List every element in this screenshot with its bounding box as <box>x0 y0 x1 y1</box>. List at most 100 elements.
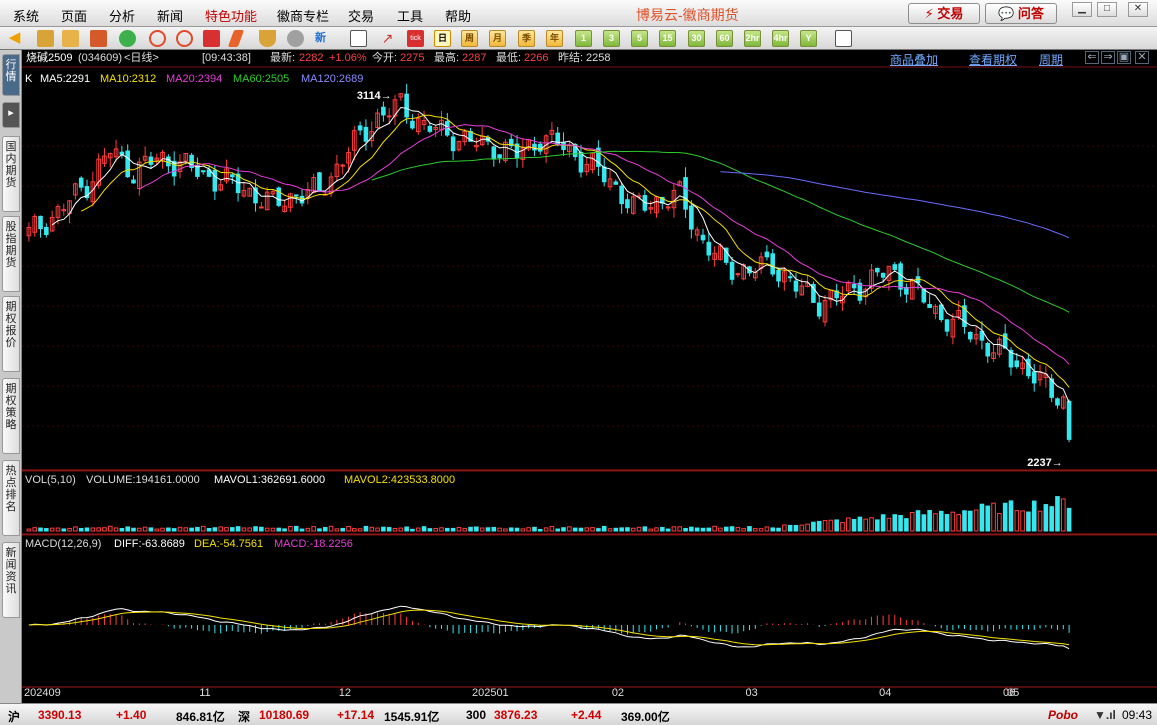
dea-line <box>28 609 1070 646</box>
volume-bar <box>997 513 1002 532</box>
menu-analysis[interactable]: 分析 <box>109 6 135 25</box>
signal-icon: ▼.ıl <box>1094 708 1116 722</box>
volume-bar <box>776 527 781 532</box>
candle <box>968 331 973 340</box>
tick-icon[interactable]: tick <box>407 30 424 47</box>
volume-bar <box>450 527 456 532</box>
volume-bar <box>543 527 549 532</box>
candle <box>317 172 322 191</box>
diff-line <box>28 605 1070 650</box>
minimize-icon[interactable]: ▁ <box>1072 2 1092 17</box>
volume-bar <box>189 527 194 532</box>
menu-huishang-column[interactable]: 徽商专栏 <box>277 6 329 25</box>
volume-bar <box>747 526 752 532</box>
volume-bar <box>177 526 183 532</box>
volume-bar <box>32 527 38 532</box>
volume-bar <box>537 529 543 532</box>
menu-system[interactable]: 系统 <box>13 6 39 25</box>
period-30min[interactable]: 30 <box>688 30 705 47</box>
period-week[interactable]: 周 <box>461 30 478 47</box>
volume-bar <box>503 528 508 532</box>
trade-button[interactable]: ⚡ 交易 <box>908 3 980 24</box>
tab-quotes[interactable]: 行情 <box>2 54 20 96</box>
menu-help[interactable]: 帮助 <box>445 6 471 25</box>
volume-bar <box>44 528 49 532</box>
volume-bar <box>305 527 311 532</box>
volume-bar <box>758 528 764 532</box>
ma120-line <box>720 171 1070 239</box>
x-tick-label: 12 <box>339 687 351 699</box>
hat-icon[interactable] <box>259 30 276 47</box>
sh-label: 沪 <box>8 710 21 724</box>
kline-chart[interactable]: 3114→2237→202409 11 12 202501 02 03 04 0506 <box>22 50 1157 703</box>
period-15min[interactable]: 15 <box>659 30 676 47</box>
settings-icon[interactable] <box>287 30 304 47</box>
ask-button[interactable]: 💬 问答 <box>985 3 1057 24</box>
period-60min[interactable]: 60 <box>716 30 733 47</box>
volume-bar <box>445 527 450 532</box>
layout-icon[interactable] <box>835 30 852 47</box>
menu-tools[interactable]: 工具 <box>397 6 423 25</box>
quote-icon[interactable] <box>90 30 107 47</box>
volume-bar <box>636 526 642 532</box>
menu-news[interactable]: 新闻 <box>157 6 183 25</box>
candle <box>125 150 130 178</box>
menu-features[interactable]: 特色功能 <box>205 6 257 25</box>
trend-chart-icon[interactable]: ↗ <box>379 30 396 47</box>
candle <box>44 227 49 235</box>
period-month[interactable]: 月 <box>489 30 506 47</box>
ma5-line <box>51 106 1070 403</box>
tab-domestic-futures[interactable]: 国内期货 <box>2 136 20 212</box>
volume-bar <box>253 526 258 532</box>
period-day[interactable]: 日 <box>434 30 451 47</box>
candle <box>537 143 543 152</box>
volume-bar <box>799 524 805 532</box>
period-5min[interactable]: 5 <box>631 30 648 47</box>
high-marker: 3114→ <box>357 90 392 102</box>
tab-hot-ranking[interactable]: 热点排名 <box>2 460 20 536</box>
new-icon[interactable]: 新 <box>315 30 332 47</box>
tab-option-quotes[interactable]: 期权报价 <box>2 296 20 372</box>
volume-bar <box>212 527 218 532</box>
tab-index-futures[interactable]: 股指期货 <box>2 216 20 292</box>
volume-bar <box>224 527 229 532</box>
period-quarter[interactable]: 季 <box>518 30 535 47</box>
volume-bar <box>61 528 67 532</box>
home-icon[interactable] <box>37 30 54 47</box>
sz-value: 10180.69 <box>259 708 310 722</box>
volume-bar <box>1014 510 1020 532</box>
volume-bar <box>462 527 468 532</box>
refresh-icon[interactable] <box>119 30 136 47</box>
sidebar-expand-icon[interactable]: ▸ <box>2 102 20 128</box>
volume-bar <box>282 528 287 532</box>
period-custom[interactable]: Y <box>800 30 817 47</box>
close-icon[interactable]: ✕ <box>1128 2 1148 17</box>
database-icon[interactable] <box>62 30 79 47</box>
period-2hr[interactable]: 2hr <box>744 30 761 47</box>
volume-bar <box>526 527 531 532</box>
tab-news[interactable]: 新闻资讯 <box>2 542 20 618</box>
period-year[interactable]: 年 <box>546 30 563 47</box>
back-arrow-icon[interactable]: ◀ <box>6 30 23 47</box>
candle <box>700 234 706 241</box>
zoom-out-icon[interactable] <box>176 30 193 47</box>
period-4hr[interactable]: 4hr <box>772 30 789 47</box>
windows-icon[interactable] <box>203 30 220 47</box>
candle <box>613 181 619 185</box>
volume-bar <box>851 519 857 532</box>
period-3min[interactable]: 3 <box>603 30 620 47</box>
volume-bar <box>456 527 462 532</box>
draw-pen-icon[interactable] <box>227 30 245 47</box>
candle <box>450 136 456 152</box>
chart-area[interactable]: 烧碱2509 (034609) <日线> [09:43:38] 最新: 2282… <box>22 50 1157 703</box>
period-1min[interactable]: 1 <box>575 30 592 47</box>
maximize-icon[interactable]: □ <box>1097 2 1117 17</box>
zoom-in-icon[interactable] <box>149 30 166 47</box>
candle <box>735 273 741 276</box>
menu-trade[interactable]: 交易 <box>348 6 374 25</box>
menu-page[interactable]: 页面 <box>61 6 87 25</box>
table-icon[interactable] <box>350 30 367 47</box>
tab-option-strategy[interactable]: 期权策略 <box>2 378 20 454</box>
volume-bar <box>131 527 136 532</box>
volume-bar <box>142 526 148 532</box>
